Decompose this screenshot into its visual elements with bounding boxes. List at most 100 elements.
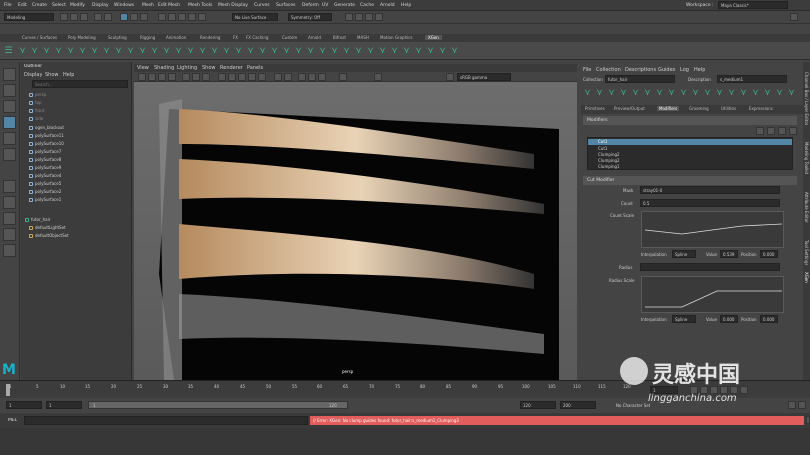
xray-icon[interactable] (284, 73, 292, 81)
outliner-menu-display[interactable]: Display (24, 72, 42, 78)
xgen-create-icon[interactable]: ⋎ (691, 87, 700, 99)
xgen-create-icon[interactable]: ⋎ (643, 87, 652, 99)
playback-start-field[interactable]: 1 (46, 401, 82, 409)
wireframe-icon[interactable] (218, 73, 226, 81)
select-by-component-icon[interactable] (140, 13, 148, 21)
outliner-item-front[interactable]: front (29, 108, 45, 113)
xgen-tool-icon[interactable]: ⋎ (30, 45, 39, 57)
outliner-item-ogen-blockout[interactable]: ogen_blockout (29, 125, 64, 130)
menu-mesh-display[interactable]: Mesh Display (218, 3, 248, 8)
position-field[interactable]: 0.000 (760, 315, 778, 323)
menu-mesh[interactable]: Mesh (142, 3, 154, 8)
menu-mesh-tools[interactable]: Mesh Tools (188, 3, 212, 8)
xgen-tool-icon[interactable]: ⋎ (54, 45, 63, 57)
menu-edit-mesh[interactable]: Edit Mesh (158, 3, 180, 8)
xgen-tool-icon[interactable]: ⋎ (390, 45, 399, 57)
xgen-create-icon[interactable]: ⋎ (751, 87, 760, 99)
shelf-tab-poly-modeling[interactable]: Poly Modeling (68, 35, 96, 40)
xgen-create-icon[interactable]: ⋎ (775, 87, 784, 99)
depth-of-field-icon[interactable] (318, 73, 326, 81)
shelf-tab-animation[interactable]: Animation (166, 35, 186, 40)
shelf-tab-motion-graphics[interactable]: Motion Graphics (380, 35, 413, 40)
textured-icon[interactable] (238, 73, 246, 81)
xgen-tool-icon[interactable]: ⋎ (402, 45, 411, 57)
outliner-item-side[interactable]: side (29, 116, 43, 121)
ambient-occlusion-icon[interactable] (298, 73, 306, 81)
modifier-item[interactable]: Clumping1 (598, 164, 620, 169)
select-by-hierarchy-icon[interactable] (120, 13, 128, 21)
xgen-tool-icon[interactable]: ⋎ (18, 45, 27, 57)
range-slider[interactable]: 1 120 (88, 401, 348, 409)
playback-end-field[interactable]: 120 (520, 401, 556, 409)
perspective-viewport[interactable]: persp (134, 64, 577, 380)
camera-attributes-icon[interactable] (148, 73, 156, 81)
shelf-tab-mash[interactable]: MASH (357, 35, 369, 40)
menu-set-dropdown[interactable]: Modeling (4, 13, 54, 21)
xgen-tool-icon[interactable]: ⋎ (294, 45, 303, 57)
xgen-menu-guides[interactable]: Guides (658, 67, 675, 73)
menu-surfaces[interactable]: Surfaces (276, 3, 296, 8)
xgen-tool-icon[interactable]: ⋎ (114, 45, 123, 57)
tab-grooming[interactable]: Grooming (689, 106, 709, 111)
tab-utilities[interactable]: Utilities (721, 106, 736, 111)
outliner-item-polysurface8[interactable]: polySurface8 (29, 157, 61, 162)
outliner-menu-show[interactable]: Show (45, 72, 59, 78)
xgen-tool-icon[interactable]: ⋎ (66, 45, 75, 57)
rotate-tool-icon[interactable] (3, 132, 16, 145)
radius-scale-ramp[interactable] (641, 276, 784, 313)
isolate-select-icon[interactable] (274, 73, 282, 81)
hypershade-layout-icon[interactable] (3, 244, 16, 257)
image-plane-icon[interactable] (168, 73, 176, 81)
shelf-tab-fx[interactable]: FX (233, 35, 238, 40)
hypershade-icon[interactable] (375, 13, 383, 21)
xgen-create-icon[interactable]: ⋎ (667, 87, 676, 99)
shelf-tab-rigging[interactable]: Rigging (140, 35, 155, 40)
menu-uv[interactable]: UV (322, 3, 328, 8)
shadows-icon[interactable] (258, 73, 266, 81)
snap-surface-icon[interactable] (198, 13, 206, 21)
xgen-create-icon[interactable]: ⋎ (595, 87, 604, 99)
xgen-create-icon[interactable]: ⋎ (619, 87, 628, 99)
outliner-item-polysurface10[interactable]: polySurface10 (29, 141, 64, 146)
command-input[interactable] (24, 416, 308, 425)
side-tab-channel-box[interactable]: Channel Box / Layer Editor (804, 72, 809, 125)
xgen-create-icon[interactable]: ⋎ (655, 87, 664, 99)
outliner-item-polysurface5[interactable]: polySurface5 (29, 181, 61, 186)
xgen-menu-descriptions[interactable]: Descriptions (625, 67, 656, 73)
side-tab-attribute-editor[interactable]: Attribute Editor (804, 192, 809, 223)
xgen-menu-log[interactable]: Log (680, 67, 689, 73)
outliner-item-polysurface4[interactable]: polySurface4 (29, 173, 61, 178)
four-view-layout-icon[interactable] (3, 196, 16, 209)
tab-primitives[interactable]: Primitives (585, 106, 605, 111)
start-time-field[interactable]: 1 (6, 401, 42, 409)
select-tool-icon[interactable] (3, 68, 16, 81)
shelf-tab-arnold[interactable]: Arnold (308, 35, 321, 40)
xgen-create-icon[interactable]: ⋎ (703, 87, 712, 99)
scale-tool-icon[interactable] (3, 148, 16, 161)
error-message-bar[interactable]: // Error: XGen: No clump guides found: f… (310, 416, 804, 425)
menu-help[interactable]: Help (401, 3, 411, 8)
menu-generate[interactable]: Generate (334, 3, 355, 8)
move-tool-icon[interactable] (3, 116, 16, 129)
end-time-field[interactable]: 200 (560, 401, 596, 409)
shelf-tab-sculpting[interactable]: Sculpting (108, 35, 127, 40)
modifier-item[interactable]: Cut1 (588, 139, 792, 145)
outliner-item-polysurface1[interactable]: polySurface1 (29, 197, 61, 202)
snap-grid-icon[interactable] (158, 13, 166, 21)
outliner-item-polysurface7[interactable]: polySurface7 (29, 149, 61, 154)
shelf-tab-fx-caching[interactable]: FX Caching (246, 35, 268, 40)
graph-layout-icon[interactable] (3, 228, 16, 241)
xgen-tool-icon[interactable]: ⋎ (150, 45, 159, 57)
resolution-gate-icon[interactable] (202, 73, 210, 81)
grid-icon[interactable] (182, 73, 190, 81)
menu-arnold[interactable]: Arnold (380, 3, 395, 8)
xgen-tool-icon[interactable]: ⋎ (138, 45, 147, 57)
xgen-tool-icon[interactable]: ⋎ (198, 45, 207, 57)
xgen-tool-icon[interactable]: ⋎ (354, 45, 363, 57)
delete-modifier-icon[interactable] (789, 127, 797, 135)
xgen-tool-icon[interactable]: ⋎ (222, 45, 231, 57)
save-scene-icon[interactable] (80, 13, 88, 21)
menu-deform[interactable]: Deform (302, 3, 319, 8)
xgen-create-icon[interactable]: ⋎ (679, 87, 688, 99)
lasso-tool-icon[interactable] (3, 84, 16, 97)
